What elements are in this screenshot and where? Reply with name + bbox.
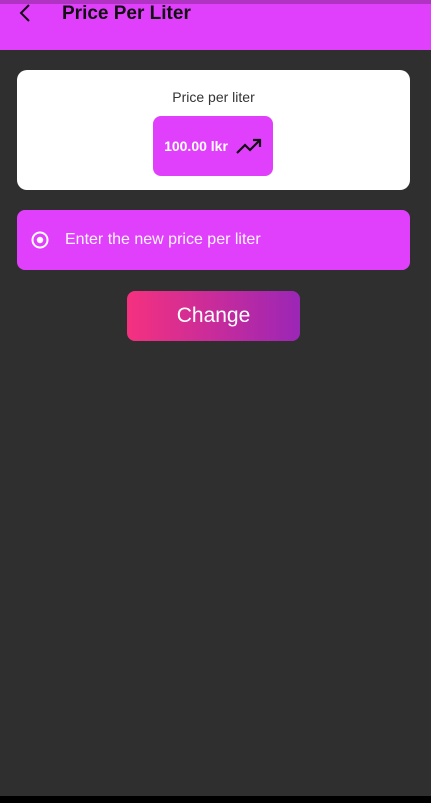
new-price-input[interactable] (65, 210, 395, 270)
new-price-field[interactable] (17, 210, 410, 270)
change-button[interactable]: Change (127, 291, 300, 341)
page-title: Price Per Liter (62, 3, 191, 24)
trending-up-icon (236, 137, 262, 155)
app-bar: Price Per Liter (0, 0, 431, 50)
price-per-liter-screen: Price Per Liter Price per liter 100.00 l… (0, 0, 431, 803)
price-card-label: Price per liter (172, 89, 255, 105)
chevron-left-icon (18, 3, 32, 28)
price-card: Price per liter 100.00 lkr (17, 70, 410, 190)
price-badge: 100.00 lkr (153, 116, 273, 176)
radio-button-icon (31, 231, 49, 249)
price-value: 100.00 lkr (164, 138, 228, 154)
change-button-label: Change (176, 304, 251, 327)
back-button[interactable] (8, 0, 42, 30)
navigation-bar (0, 796, 431, 803)
